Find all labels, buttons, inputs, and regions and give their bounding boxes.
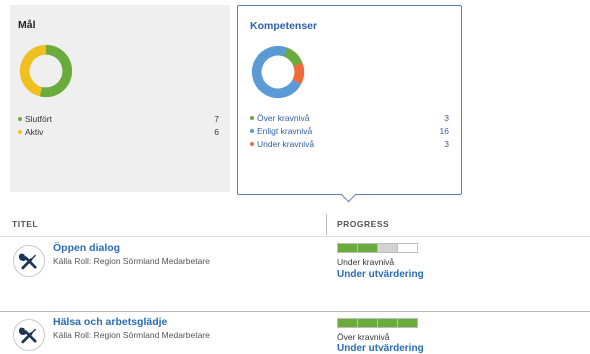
goals-donut-chart — [19, 44, 73, 98]
goals-card[interactable]: Mål Slutfört 7 Aktiv 6 — [10, 5, 230, 192]
progress-segment-achieved — [398, 319, 417, 327]
row-level: Under kravnivå — [337, 257, 395, 267]
goals-legend-active: Aktiv 6 — [18, 126, 219, 138]
progress-segment-achieved — [358, 319, 377, 327]
progress-bar — [337, 318, 418, 328]
row-icon — [13, 319, 45, 351]
progress-segment-empty — [398, 244, 417, 252]
legend-value: 6 — [214, 127, 219, 137]
wrench-screwdriver-icon — [18, 253, 37, 270]
row-level: Över kravnivå — [337, 332, 390, 342]
progress-segment-required — [378, 244, 397, 252]
competences-donut-chart — [251, 45, 305, 99]
legend-dot — [250, 116, 254, 120]
progress-segment-achieved — [378, 319, 397, 327]
legend-label: Slutfört — [25, 114, 52, 124]
goals-legend-completed: Slutfört 7 — [18, 113, 219, 125]
progress-segment-achieved — [338, 319, 357, 327]
legend-value: 7 — [214, 114, 219, 124]
selected-card-pointer — [340, 186, 357, 203]
progress-segment-achieved — [338, 244, 357, 252]
legend-value: 3 — [444, 113, 449, 123]
progress-bar — [337, 243, 418, 253]
legend-dot — [250, 142, 254, 146]
row-status: Under utvärdering — [337, 343, 424, 354]
legend-value: 16 — [439, 126, 449, 136]
competences-card[interactable]: Kompetenser Över kravnivå 3 Enligt kravn… — [237, 5, 462, 203]
legend-dot — [18, 130, 22, 134]
legend-label: Över kravnivå — [257, 113, 310, 123]
column-header-title[interactable]: TITEL — [12, 219, 38, 229]
header-divider — [0, 236, 590, 237]
column-divider — [326, 214, 327, 235]
legend-dot — [250, 129, 254, 133]
row-title[interactable]: Hälsa och arbetsglädje — [53, 316, 167, 328]
competences-legend-meets: Enligt kravnivå 16 — [250, 125, 449, 137]
wrench-screwdriver-icon — [18, 327, 37, 344]
row-icon — [13, 245, 45, 277]
legend-dot — [18, 117, 22, 121]
competences-legend-below: Under kravnivå 3 — [250, 138, 449, 150]
row-source: Källa Roll: Region Sörmland Medarbetare — [53, 256, 210, 266]
column-header-progress[interactable]: PROGRESS — [337, 219, 389, 229]
competences-card-title: Kompetenser — [250, 20, 318, 32]
legend-label: Under kravnivå — [257, 139, 315, 149]
row-status: Under utvärdering — [337, 269, 424, 280]
row-divider — [0, 311, 590, 312]
legend-label: Aktiv — [25, 127, 44, 137]
legend-value: 3 — [444, 139, 449, 149]
row-title[interactable]: Öppen dialog — [53, 242, 120, 254]
competences-legend-above: Över kravnivå 3 — [250, 112, 449, 124]
row-source: Källa Roll: Region Sörmland Medarbetare — [53, 330, 210, 340]
progress-segment-achieved — [358, 244, 377, 252]
goals-card-title: Mål — [18, 19, 36, 31]
legend-label: Enligt kravnivå — [257, 126, 313, 136]
